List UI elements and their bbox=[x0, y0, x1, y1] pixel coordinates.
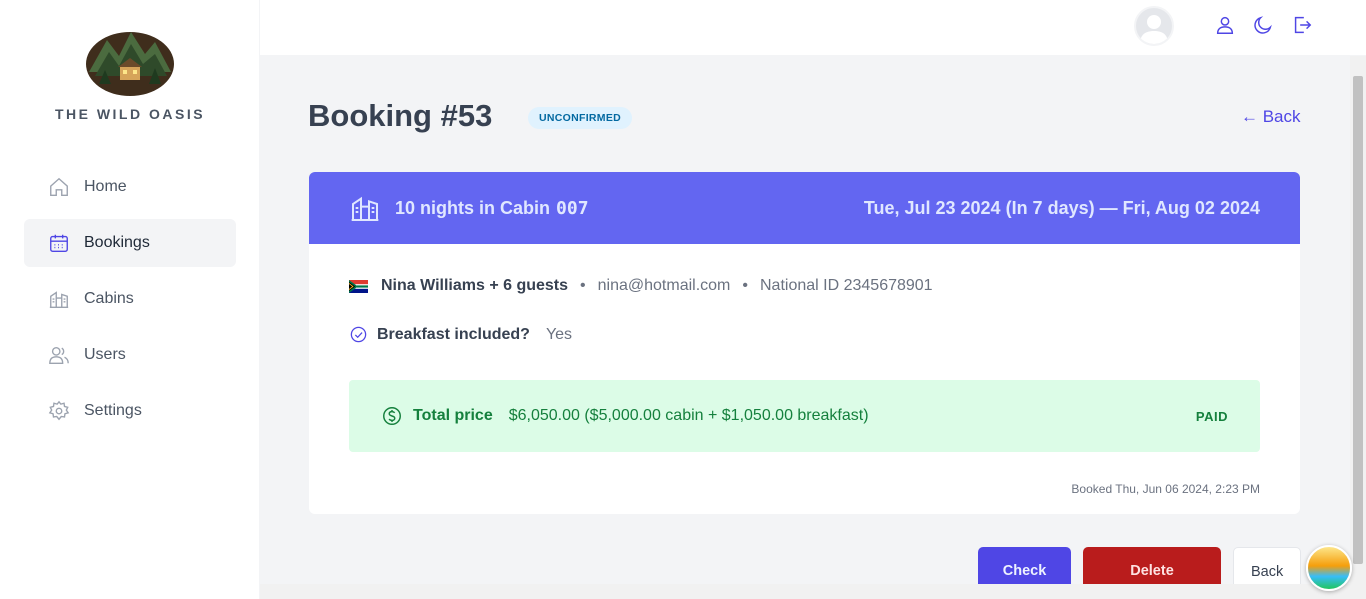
cabin-number: 007 bbox=[556, 197, 589, 219]
sidebar-item-label: Home bbox=[84, 178, 127, 195]
users-icon bbox=[49, 346, 69, 364]
country-flag-icon bbox=[349, 279, 368, 293]
app-name: THE WILD OASIS bbox=[54, 106, 206, 122]
payment-status: PAID bbox=[1195, 408, 1228, 424]
top-header bbox=[260, 0, 1366, 56]
moon-icon bbox=[1254, 16, 1272, 34]
calendar-icon bbox=[50, 234, 68, 252]
booking-card: 10 nights in Cabin 007 Tue, Jul 23 2024 … bbox=[309, 172, 1300, 514]
sidebar-item-label: Bookings bbox=[84, 234, 150, 251]
check-circle-icon bbox=[350, 326, 367, 343]
avatar[interactable] bbox=[1134, 6, 1174, 46]
breakfast-label: Breakfast included? bbox=[377, 325, 530, 343]
back-link[interactable]: ← Back bbox=[1241, 107, 1301, 127]
sidebar-item-home[interactable]: Home bbox=[24, 163, 236, 211]
sidebar-item-users[interactable]: Users bbox=[24, 331, 236, 379]
guest-name: Nina Williams + 6 guests bbox=[381, 277, 569, 294]
gear-icon bbox=[48, 400, 70, 421]
home-icon bbox=[50, 177, 68, 196]
browser-extension-icon[interactable] bbox=[1306, 545, 1352, 591]
horizontal-scrollbar[interactable] bbox=[260, 584, 1350, 599]
guest-info: Nina Williams + 6 guests • nina@hotmail.… bbox=[349, 277, 933, 295]
breakfast-info: Breakfast included? Yes bbox=[349, 325, 572, 344]
logo: THE WILD OASIS bbox=[0, 26, 260, 122]
booking-card-header: 10 nights in Cabin 007 Tue, Jul 23 2024 … bbox=[309, 172, 1300, 244]
sidebar-nav: Home Bookings Cabins Users Settings bbox=[24, 163, 236, 443]
sidebar-item-label: Settings bbox=[84, 402, 142, 419]
separator-dot: • bbox=[742, 277, 748, 294]
status-badge: UNCONFIRMED bbox=[528, 107, 633, 129]
user-icon bbox=[1216, 16, 1234, 34]
dollar-circle-icon bbox=[383, 407, 401, 425]
logout-button[interactable] bbox=[1291, 14, 1315, 38]
account-button[interactable] bbox=[1214, 14, 1238, 38]
sidebar-item-cabins[interactable]: Cabins bbox=[24, 275, 236, 323]
logout-icon bbox=[1294, 16, 1312, 34]
nights-summary: 10 nights in Cabin bbox=[395, 197, 551, 218]
guest-email: nina@hotmail.com bbox=[597, 277, 731, 294]
logo-image bbox=[85, 26, 175, 96]
separator-dot: • bbox=[580, 277, 586, 294]
total-price-label: Total price bbox=[413, 407, 493, 424]
sidebar-item-bookings[interactable]: Bookings bbox=[24, 219, 236, 267]
booked-timestamp: Booked Thu, Jun 06 2024, 2:23 PM bbox=[1071, 482, 1260, 496]
total-price-value: $6,050.00 ($5,000.00 cabin + $1,050.00 b… bbox=[508, 407, 869, 424]
stay-dates: Tue, Jul 23 2024 (In 7 days) — Fri, Aug … bbox=[863, 197, 1260, 218]
scrollbar-thumb[interactable] bbox=[1353, 76, 1363, 564]
sidebar-item-label: Cabins bbox=[84, 290, 134, 307]
sidebar-item-label: Users bbox=[84, 346, 126, 363]
dark-mode-toggle[interactable] bbox=[1252, 14, 1276, 38]
price-summary: Total price $6,050.00 ($5,000.00 cabin +… bbox=[349, 380, 1260, 452]
breakfast-value: Yes bbox=[545, 325, 573, 343]
cabin-icon bbox=[49, 291, 69, 308]
page-title: Booking #53 bbox=[308, 98, 493, 133]
cabin-icon bbox=[351, 196, 379, 221]
national-id: National ID 2345678901 bbox=[760, 277, 933, 294]
vertical-scrollbar[interactable] bbox=[1350, 56, 1366, 599]
sidebar: THE WILD OASIS Home Bookings Cabins User… bbox=[0, 0, 260, 599]
sidebar-item-settings[interactable]: Settings bbox=[24, 387, 236, 435]
